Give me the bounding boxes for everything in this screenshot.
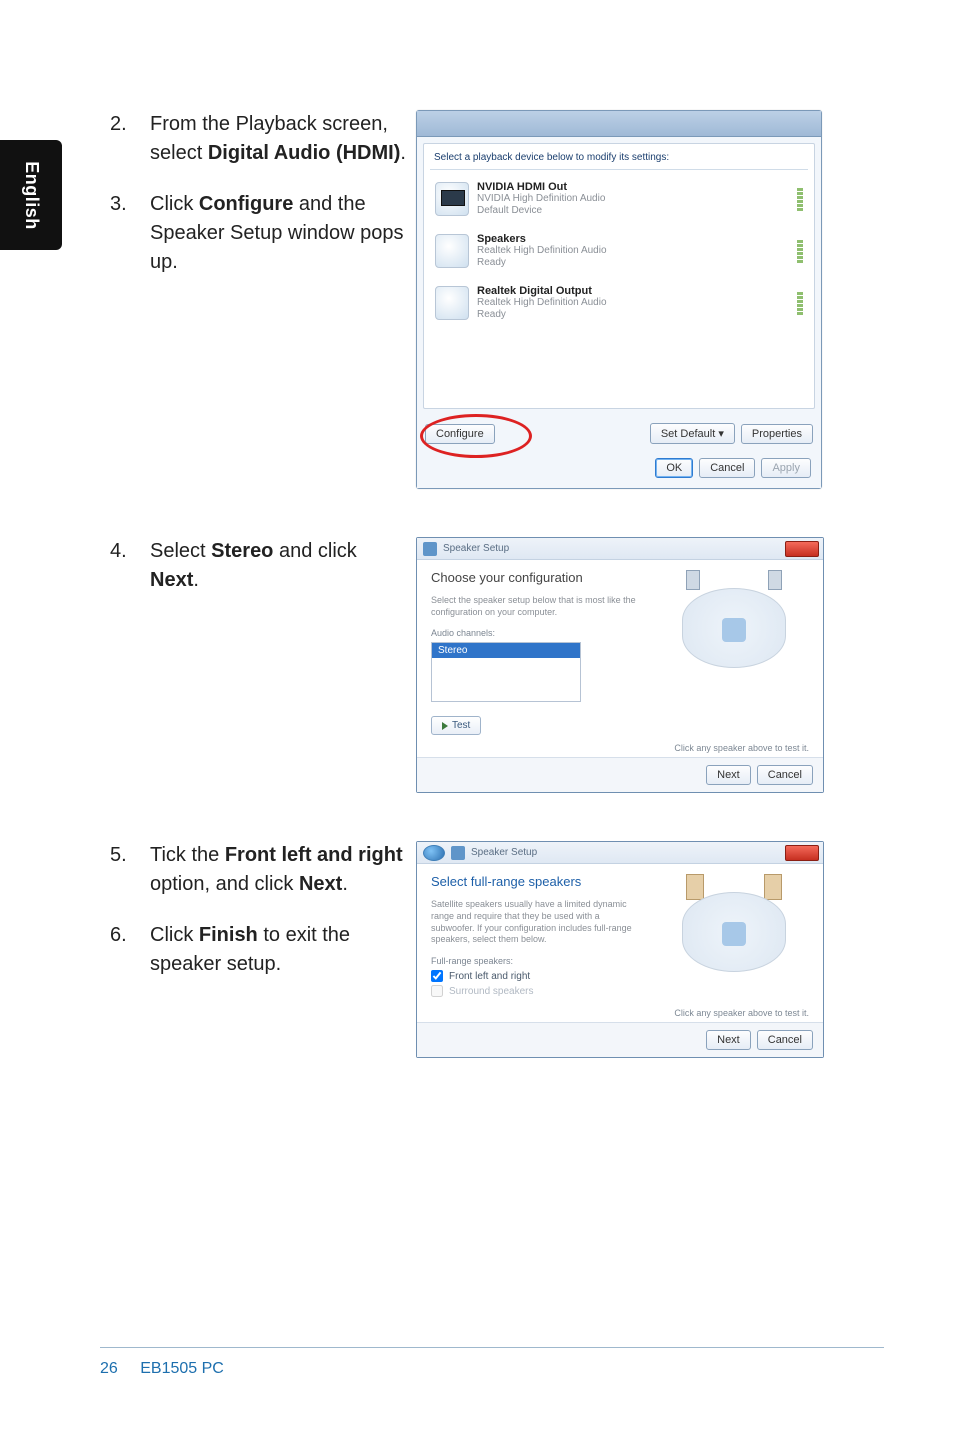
wizard-desc: Satellite speakers usually have a limite… (431, 899, 645, 946)
step-text: Select Stereo and click Next. (150, 537, 410, 595)
chevron-down-icon: ▾ (718, 428, 724, 440)
footer-rule (100, 1347, 884, 1348)
audio-channels-label: Audio channels: (431, 628, 645, 638)
playback-device-item[interactable]: SpeakersRealtek High Definition AudioRea… (430, 226, 808, 276)
listener-icon (722, 618, 746, 642)
audio-channels-listbox[interactable]: Stereo (431, 642, 581, 702)
speaker-device-icon (435, 286, 469, 320)
step-text: Tick the Front left and right option, an… (150, 841, 410, 899)
speaker-left-icon[interactable] (686, 874, 704, 900)
wizard-heading: Select full-range speakers (431, 874, 645, 889)
cancel-button[interactable]: Cancel (699, 458, 755, 478)
speaker-left-icon[interactable] (686, 570, 700, 590)
next-button[interactable]: Next (706, 1030, 751, 1050)
steps-block-1: 2.From the Playback screen, select Digit… (110, 110, 410, 277)
apply-button[interactable]: Apply (761, 458, 811, 478)
dialog-tabstrip (417, 111, 821, 137)
surround-input (431, 985, 443, 997)
steps-block-2: 4.Select Stereo and click Next. (110, 537, 410, 595)
step-number: 3. (110, 190, 150, 277)
next-button[interactable]: Next (706, 765, 751, 785)
speaker-device-icon (435, 234, 469, 268)
wizard-hint: Click any speaker above to test it. (417, 1008, 823, 1022)
level-meter-icon (797, 188, 803, 211)
configure-button[interactable]: Configure (425, 424, 495, 444)
surround-checkbox[interactable]: Surround speakers (431, 985, 645, 997)
language-tab: English (0, 140, 62, 250)
play-icon (442, 722, 448, 730)
close-icon[interactable] (785, 845, 819, 861)
playback-caption: Select a playback device below to modify… (430, 150, 808, 170)
level-meter-icon (797, 240, 803, 263)
step-number: 2. (110, 110, 150, 168)
speaker-icon (423, 542, 437, 556)
wizard-title: Speaker Setup (471, 847, 537, 858)
wizard-titlebar: Speaker Setup (417, 538, 823, 560)
full-range-label: Full-range speakers: (431, 956, 645, 966)
monitor-icon (435, 182, 469, 216)
cancel-button[interactable]: Cancel (757, 1030, 813, 1050)
listener-icon (722, 922, 746, 946)
wizard-hint: Click any speaker above to test it. (417, 743, 823, 757)
step-item: 3.Click Configure and the Speaker Setup … (110, 190, 410, 277)
wizard-titlebar: Speaker Setup (417, 842, 823, 864)
step-number: 6. (110, 921, 150, 979)
step-number: 4. (110, 537, 150, 595)
step-text: From the Playback screen, select Digital… (150, 110, 410, 168)
footer-title: EB1505 PC (140, 1360, 224, 1377)
language-tab-label: English (21, 161, 42, 230)
ok-button[interactable]: OK (655, 458, 693, 478)
page-number: 26 (100, 1360, 118, 1377)
playback-device-item[interactable]: NVIDIA HDMI OutNVIDIA High Definition Au… (430, 174, 808, 224)
wizard-desc: Select the speaker setup below that is m… (431, 595, 645, 618)
wizard-title: Speaker Setup (443, 543, 509, 554)
speaker-diagram[interactable] (664, 874, 804, 984)
audio-channels-selected[interactable]: Stereo (432, 643, 580, 658)
step-item: 5.Tick the Front left and right option, … (110, 841, 410, 899)
speaker-right-icon[interactable] (768, 570, 782, 590)
sound-playback-dialog: Select a playback device below to modify… (416, 110, 822, 489)
back-icon[interactable] (423, 845, 445, 861)
step-item: 4.Select Stereo and click Next. (110, 537, 410, 595)
front-left-right-input[interactable] (431, 970, 443, 982)
speaker-icon (451, 846, 465, 860)
speaker-setup-wizard-2: Speaker Setup Select full-range speakers… (416, 841, 824, 1058)
set-default-button[interactable]: Set Default ▾ (650, 423, 735, 444)
test-button[interactable]: Test (431, 716, 481, 735)
step-item: 2.From the Playback screen, select Digit… (110, 110, 410, 168)
front-left-right-checkbox[interactable]: Front left and right (431, 970, 645, 982)
level-meter-icon (797, 292, 803, 315)
wizard-heading: Choose your configuration (431, 570, 645, 585)
cancel-button[interactable]: Cancel (757, 765, 813, 785)
step-item: 6.Click Finish to exit the speaker setup… (110, 921, 410, 979)
properties-button[interactable]: Properties (741, 424, 813, 444)
close-icon[interactable] (785, 541, 819, 557)
page-footer: 26 EB1505 PC (100, 1360, 224, 1378)
speaker-right-icon[interactable] (764, 874, 782, 900)
step-text: Click Finish to exit the speaker setup. (150, 921, 410, 979)
speaker-diagram[interactable] (664, 570, 804, 680)
step-text: Click Configure and the Speaker Setup wi… (150, 190, 410, 277)
speaker-setup-wizard-1: Speaker Setup Choose your configuration … (416, 537, 824, 793)
steps-block-3: 5.Tick the Front left and right option, … (110, 841, 410, 979)
playback-device-item[interactable]: Realtek Digital OutputRealtek High Defin… (430, 278, 808, 328)
step-number: 5. (110, 841, 150, 899)
